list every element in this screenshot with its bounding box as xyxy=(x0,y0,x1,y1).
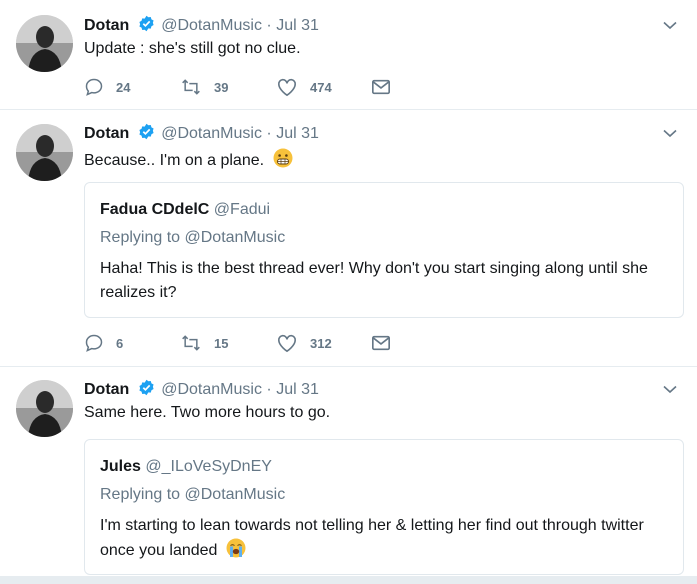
quoted-tweet-text: Haha! This is the best thread ever! Why … xyxy=(100,260,648,301)
username[interactable]: @DotanMusic xyxy=(161,17,262,34)
tweet-header: Dotan @DotanMusic · Jul 31 xyxy=(84,123,319,145)
like-count: 312 xyxy=(310,335,332,351)
tweet-text: Update : she's still got no clue. xyxy=(84,40,301,58)
timestamp[interactable]: Jul 31 xyxy=(276,125,319,142)
quoted-tweet[interactable]: Fadua CDdelC @Fadui Replying to @DotanMu… xyxy=(84,182,684,318)
display-name[interactable]: Dotan xyxy=(84,125,129,142)
envelope-icon xyxy=(372,335,390,351)
retweet-count: 15 xyxy=(214,335,229,351)
avatar[interactable] xyxy=(16,15,73,72)
avatar[interactable] xyxy=(16,380,73,437)
chevron-down-icon[interactable] xyxy=(661,16,679,34)
quoted-username: @_ILoVeSyDnEY xyxy=(145,458,272,475)
like-button[interactable]: 312 xyxy=(276,332,332,354)
avatar[interactable] xyxy=(16,124,73,181)
tweet-header: Dotan @DotanMusic · Jul 31 xyxy=(84,15,319,37)
heart-icon xyxy=(278,78,296,97)
quoted-username: @Fadui xyxy=(213,201,271,218)
tweet-text: Same here. Two more hours to go. xyxy=(84,404,330,422)
retweet-button[interactable]: 39 xyxy=(180,76,228,98)
quoted-display-name: Jules xyxy=(100,458,141,475)
avatar-image xyxy=(16,380,73,437)
replying-to: Replying to @DotanMusic xyxy=(100,229,286,246)
avatar-image xyxy=(16,15,73,72)
like-count: 474 xyxy=(310,79,332,95)
verified-badge-icon xyxy=(139,123,154,140)
quoted-tweet-text: I'm starting to lean towards not telling… xyxy=(100,514,670,563)
separator-dot: · xyxy=(266,17,272,34)
quoted-tweet[interactable]: Jules @_ILoVeSyDnEY Replying to @DotanMu… xyxy=(84,439,684,575)
separator-dot: · xyxy=(266,381,272,398)
timestamp[interactable]: Jul 31 xyxy=(276,17,319,34)
timestamp[interactable]: Jul 31 xyxy=(276,381,319,398)
heart-icon xyxy=(278,334,296,353)
tweet-text: Because.. I'm on a plane. xyxy=(84,148,293,170)
timeline-bottom-edge xyxy=(0,576,697,584)
avatar-image xyxy=(16,124,73,181)
reply-count: 6 xyxy=(116,335,124,351)
tweet-actions: 6 15 312 xyxy=(84,332,414,354)
tweet[interactable]: Dotan @DotanMusic · Jul 31 Update : she'… xyxy=(0,0,697,110)
chevron-down-icon[interactable] xyxy=(661,380,679,398)
reply-button[interactable]: 6 xyxy=(84,332,123,354)
reply-icon xyxy=(85,78,103,96)
quoted-tweet-author: Jules @_ILoVeSyDnEY xyxy=(100,458,272,476)
like-button[interactable]: 474 xyxy=(276,76,332,98)
retweet-icon xyxy=(182,79,200,95)
tweet[interactable]: Dotan @DotanMusic · Jul 31 Because.. I'm… xyxy=(0,110,697,366)
verified-badge-icon xyxy=(139,379,154,396)
reply-button[interactable]: 24 xyxy=(84,76,130,98)
loudly-crying-face-emoji-icon xyxy=(226,538,246,558)
display-name[interactable]: Dotan xyxy=(84,381,129,398)
tweet-text-content: Update : she's still got no clue. xyxy=(84,40,301,57)
retweet-count: 39 xyxy=(214,79,229,95)
direct-message-button[interactable] xyxy=(371,332,391,354)
tweet-text-content: Because.. I'm on a plane. xyxy=(84,152,265,169)
tweet-actions: 24 39 474 xyxy=(84,76,414,98)
reply-icon xyxy=(85,334,103,352)
username[interactable]: @DotanMusic xyxy=(161,125,262,142)
separator-dot: · xyxy=(266,125,272,142)
verified-badge-icon xyxy=(139,15,154,32)
username[interactable]: @DotanMusic xyxy=(161,381,262,398)
quoted-display-name: Fadua CDdelC xyxy=(100,201,210,218)
tweet-text-content: Same here. Two more hours to go. xyxy=(84,404,331,421)
direct-message-button[interactable] xyxy=(371,76,391,98)
chevron-down-icon[interactable] xyxy=(661,124,679,142)
reply-count: 24 xyxy=(116,79,131,95)
quoted-tweet-text-content: I'm starting to lean towards not telling… xyxy=(100,517,644,559)
retweet-icon xyxy=(182,335,200,351)
grimacing-face-emoji-icon xyxy=(273,148,293,168)
display-name[interactable]: Dotan xyxy=(84,17,129,34)
replying-to: Replying to @DotanMusic xyxy=(100,486,286,503)
tweet[interactable]: Dotan @DotanMusic · Jul 31 Same here. Tw… xyxy=(0,367,697,576)
retweet-button[interactable]: 15 xyxy=(180,332,228,354)
tweet-header: Dotan @DotanMusic · Jul 31 xyxy=(84,379,319,401)
quoted-tweet-author: Fadua CDdelC @Fadui xyxy=(100,201,270,219)
envelope-icon xyxy=(372,79,390,95)
